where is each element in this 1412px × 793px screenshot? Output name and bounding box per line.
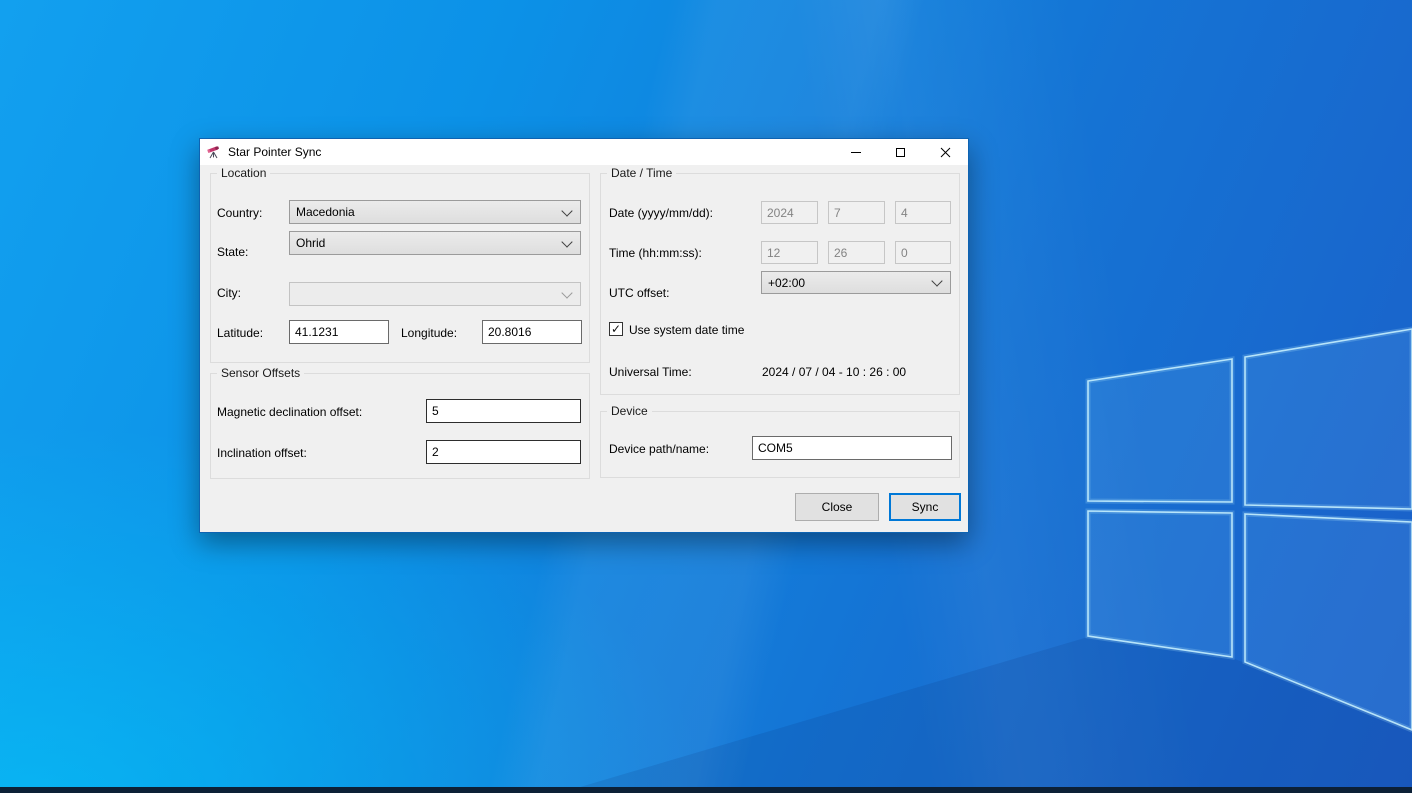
city-label: City: (217, 286, 241, 300)
date-time-group: Date / Time Date (yyyy/mm/dd): Time (hh:… (600, 173, 960, 395)
time-second-input (895, 241, 951, 264)
close-icon (940, 147, 951, 158)
longitude-label: Longitude: (401, 326, 457, 340)
maximize-button[interactable] (878, 139, 923, 165)
use-system-datetime-checkbox[interactable]: ✓ (609, 322, 623, 336)
device-path-input[interactable] (752, 436, 952, 460)
latitude-input[interactable] (289, 320, 389, 344)
device-path-label: Device path/name: (609, 442, 709, 456)
star-pointer-sync-window: Star Pointer Sync Location Country: Mace… (199, 138, 969, 533)
date-day-input (895, 201, 951, 224)
date-label: Date (yyyy/mm/dd): (609, 206, 713, 220)
window-title: Star Pointer Sync (228, 145, 321, 159)
taskbar-edge (0, 787, 1412, 793)
longitude-input[interactable] (482, 320, 582, 344)
universal-time-label: Universal Time: (609, 365, 692, 379)
utc-offset-label: UTC offset: (609, 286, 669, 300)
sensor-offsets-group: Sensor Offsets Magnetic declination offs… (210, 373, 590, 479)
use-system-datetime-label: Use system date time (629, 323, 744, 337)
time-minute-input (828, 241, 885, 264)
inclination-offset-label: Inclination offset: (217, 446, 307, 460)
date-month-input (828, 201, 885, 224)
country-select[interactable]: Macedonia (289, 200, 581, 224)
maximize-icon (896, 148, 905, 157)
checkmark-icon: ✓ (611, 323, 621, 335)
state-label: State: (217, 245, 248, 259)
telescope-icon (206, 144, 222, 160)
time-label: Time (hh:mm:ss): (609, 246, 702, 260)
universal-time-value: 2024 / 07 / 04 - 10 : 26 : 00 (762, 365, 906, 379)
device-group: Device Device path/name: (600, 411, 960, 478)
minimize-icon (851, 152, 861, 153)
close-button[interactable]: Close (795, 493, 879, 521)
location-group: Location Country: Macedonia State: Ohrid… (210, 173, 590, 363)
chevron-down-icon (561, 205, 572, 216)
state-value: Ohrid (296, 236, 325, 250)
date-time-group-label: Date / Time (607, 166, 676, 180)
chevron-down-icon (561, 236, 572, 247)
country-value: Macedonia (296, 205, 355, 219)
sync-button[interactable]: Sync (889, 493, 961, 521)
country-label: Country: (217, 206, 262, 220)
chevron-down-icon (931, 275, 942, 286)
sensor-offsets-group-label: Sensor Offsets (217, 366, 304, 380)
utc-offset-value: +02:00 (768, 276, 805, 290)
state-select[interactable]: Ohrid (289, 231, 581, 255)
minimize-button[interactable] (833, 139, 878, 165)
city-select (289, 282, 581, 306)
location-group-label: Location (217, 166, 270, 180)
magnetic-declination-label: Magnetic declination offset: (217, 405, 362, 419)
chevron-down-icon (561, 287, 572, 298)
latitude-label: Latitude: (217, 326, 263, 340)
titlebar[interactable]: Star Pointer Sync (200, 139, 968, 165)
device-group-label: Device (607, 404, 652, 418)
magnetic-declination-input[interactable] (426, 399, 581, 423)
time-hour-input (761, 241, 818, 264)
date-year-input (761, 201, 818, 224)
close-window-button[interactable] (923, 139, 968, 165)
utc-offset-select[interactable]: +02:00 (761, 271, 951, 294)
inclination-offset-input[interactable] (426, 440, 581, 464)
